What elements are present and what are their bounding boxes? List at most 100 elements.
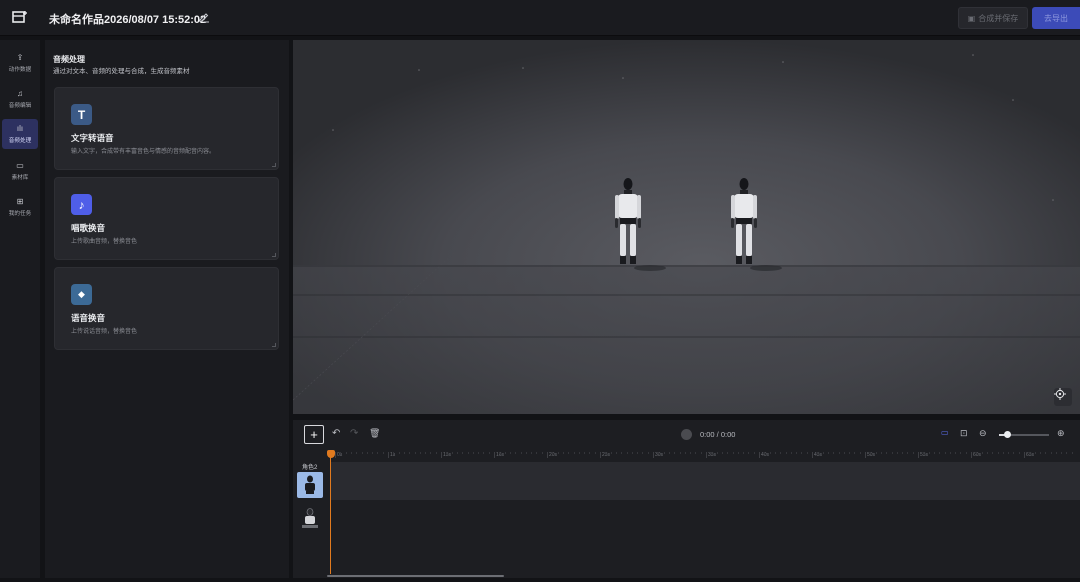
avatar-role-1[interactable] <box>297 506 323 532</box>
ruler-minor-tick <box>981 452 983 454</box>
ruler-minor-tick <box>536 452 538 454</box>
card-singing-voice-change[interactable]: ♪ 唱歌换音 上传歌曲音频，替换音色 <box>54 177 279 260</box>
redo-icon[interactable]: ↷ <box>350 428 358 439</box>
ruler-minor-tick <box>377 452 379 454</box>
ruler-tick-mark <box>494 452 495 458</box>
ruler-minor-tick <box>621 452 623 454</box>
ruler-minor-tick <box>960 452 962 454</box>
add-track-button[interactable]: + <box>304 425 324 444</box>
ruler-minor-tick <box>695 452 697 454</box>
ruler-minor-tick <box>483 452 485 454</box>
track-row-selected[interactable] <box>331 462 1080 500</box>
ruler-minor-tick <box>398 452 400 454</box>
horizontal-scrollbar[interactable] <box>327 575 504 577</box>
music-icon: ♪ <box>71 194 92 215</box>
ruler-minor-tick <box>875 452 877 454</box>
card-title: 唱歌换音 <box>71 223 106 233</box>
zoom-slider-knob[interactable] <box>1003 431 1011 438</box>
upload-icon: ⇪ <box>16 53 24 62</box>
app-logo-icon[interactable] <box>12 10 28 24</box>
3d-viewport[interactable] <box>293 40 1080 414</box>
ruler-minor-tick <box>403 452 405 454</box>
ruler-minor-tick <box>1071 452 1073 454</box>
ruler-minor-tick <box>886 452 888 454</box>
fit-view-icon[interactable]: ⊡ <box>960 428 968 439</box>
edit-title-icon[interactable] <box>198 11 210 23</box>
ruler-minor-tick <box>700 452 702 454</box>
ruler-minor-tick <box>796 452 798 454</box>
rail-item-motion-data[interactable]: ⇪ 动作数据 <box>2 48 38 78</box>
rail-item-library[interactable]: ▭ 素材库 <box>2 156 38 186</box>
zoom-out-icon[interactable]: ⊖ <box>979 428 987 439</box>
ruler-minor-tick <box>912 452 914 454</box>
undo-icon[interactable]: ↶ <box>332 428 340 439</box>
ruler-minor-tick <box>679 452 681 454</box>
compose-save-button[interactable]: ▣ 合成并保存 <box>958 7 1028 29</box>
ruler-minor-tick <box>748 452 750 454</box>
ruler-tick-mark <box>388 452 389 458</box>
save-icon: ▣ <box>967 13 976 23</box>
ruler-minor-tick <box>425 452 427 454</box>
playhead-line[interactable] <box>330 452 331 574</box>
waveform-icon: ılı <box>16 124 24 133</box>
resize-grip-icon <box>272 343 276 347</box>
delete-icon[interactable]: 🗑 <box>369 428 380 439</box>
ruler-minor-tick <box>1061 452 1063 454</box>
robot-avatar-icon <box>302 508 318 528</box>
ruler-minor-tick <box>668 452 670 454</box>
ruler-minor-tick <box>1002 452 1004 454</box>
panel-title: 音频处理 <box>53 55 85 64</box>
panel-subtitle: 通过对文本、音频的处理与合成，生成音频素材 <box>53 68 190 75</box>
card-text-to-speech[interactable]: T 文字转语音 输入文字，合成带有丰富音色与情感的音频配音内容。 <box>54 87 279 170</box>
rail-item-audio-processing[interactable]: ılı 音频处理 <box>2 119 38 149</box>
playhead-handle[interactable] <box>327 450 335 458</box>
ruler-minor-tick <box>658 452 660 454</box>
recenter-camera-button[interactable] <box>1054 388 1072 406</box>
ruler-minor-tick <box>896 452 898 454</box>
ruler-minor-tick <box>531 452 533 454</box>
ruler-minor-tick <box>1055 452 1057 454</box>
ruler-minor-tick <box>944 452 946 454</box>
text-icon: T <box>71 104 92 125</box>
card-speech-voice-change[interactable]: ◆ 语音换音 上传说话音频，替换音色 <box>54 267 279 350</box>
track-row[interactable] <box>331 500 1080 540</box>
ruler-minor-tick <box>949 452 951 454</box>
library-icon: ▭ <box>16 161 24 170</box>
ruler-tick-mark <box>335 452 336 458</box>
rail-item-my-tasks[interactable]: ⊞ 我的任务 <box>2 192 38 222</box>
snap-toggle-icon[interactable]: ▭ <box>941 428 949 437</box>
rail-item-audio-edit[interactable]: ♫ 音频编辑 <box>2 84 38 114</box>
ruler-minor-tick <box>605 452 607 454</box>
avatar-role-2-selected[interactable] <box>297 472 323 498</box>
ruler-minor-tick <box>976 452 978 454</box>
ruler-minor-tick <box>356 452 358 454</box>
time-ruler[interactable]: 0s 1s 15s 16s 20s 25s 30s 35s 40s 45s 50s 55s 60s 65s <box>331 452 1080 462</box>
ruler-minor-tick <box>568 452 570 454</box>
ruler-minor-tick <box>557 452 559 454</box>
ruler-minor-tick <box>552 452 554 454</box>
ruler-minor-tick <box>642 452 644 454</box>
zoom-in-icon[interactable]: ⊕ <box>1057 428 1065 439</box>
project-title: 未命名作品2026/08/07 15:52:02 <box>49 14 207 26</box>
ruler-tick-mark <box>865 452 866 458</box>
ruler-minor-tick <box>859 452 861 454</box>
crosshair-icon <box>1054 388 1066 400</box>
ruler-minor-tick <box>997 452 999 454</box>
card-title: 语音换音 <box>71 313 106 323</box>
ruler-minor-tick <box>515 452 517 454</box>
ruler-tick-mark <box>971 452 972 458</box>
ruler-minor-tick <box>1034 452 1036 454</box>
play-button[interactable] <box>681 429 692 440</box>
ruler-minor-tick <box>393 452 395 454</box>
ruler-minor-tick <box>478 452 480 454</box>
card-desc: 上传说话音频，替换音色 <box>71 329 138 335</box>
ruler-minor-tick <box>456 452 458 454</box>
zoom-slider[interactable] <box>999 431 1049 438</box>
card-desc: 上传歌曲音频，替换音色 <box>71 239 138 245</box>
export-button[interactable]: 去导出 <box>1032 7 1080 29</box>
ruler-minor-tick <box>1018 452 1020 454</box>
task-icon: ⊞ <box>16 197 24 206</box>
card-desc: 输入文字，合成带有丰富音色与情感的音频配音内容。 <box>71 149 216 155</box>
ruler-tick-mark <box>600 452 601 458</box>
ruler-minor-tick <box>822 452 824 454</box>
